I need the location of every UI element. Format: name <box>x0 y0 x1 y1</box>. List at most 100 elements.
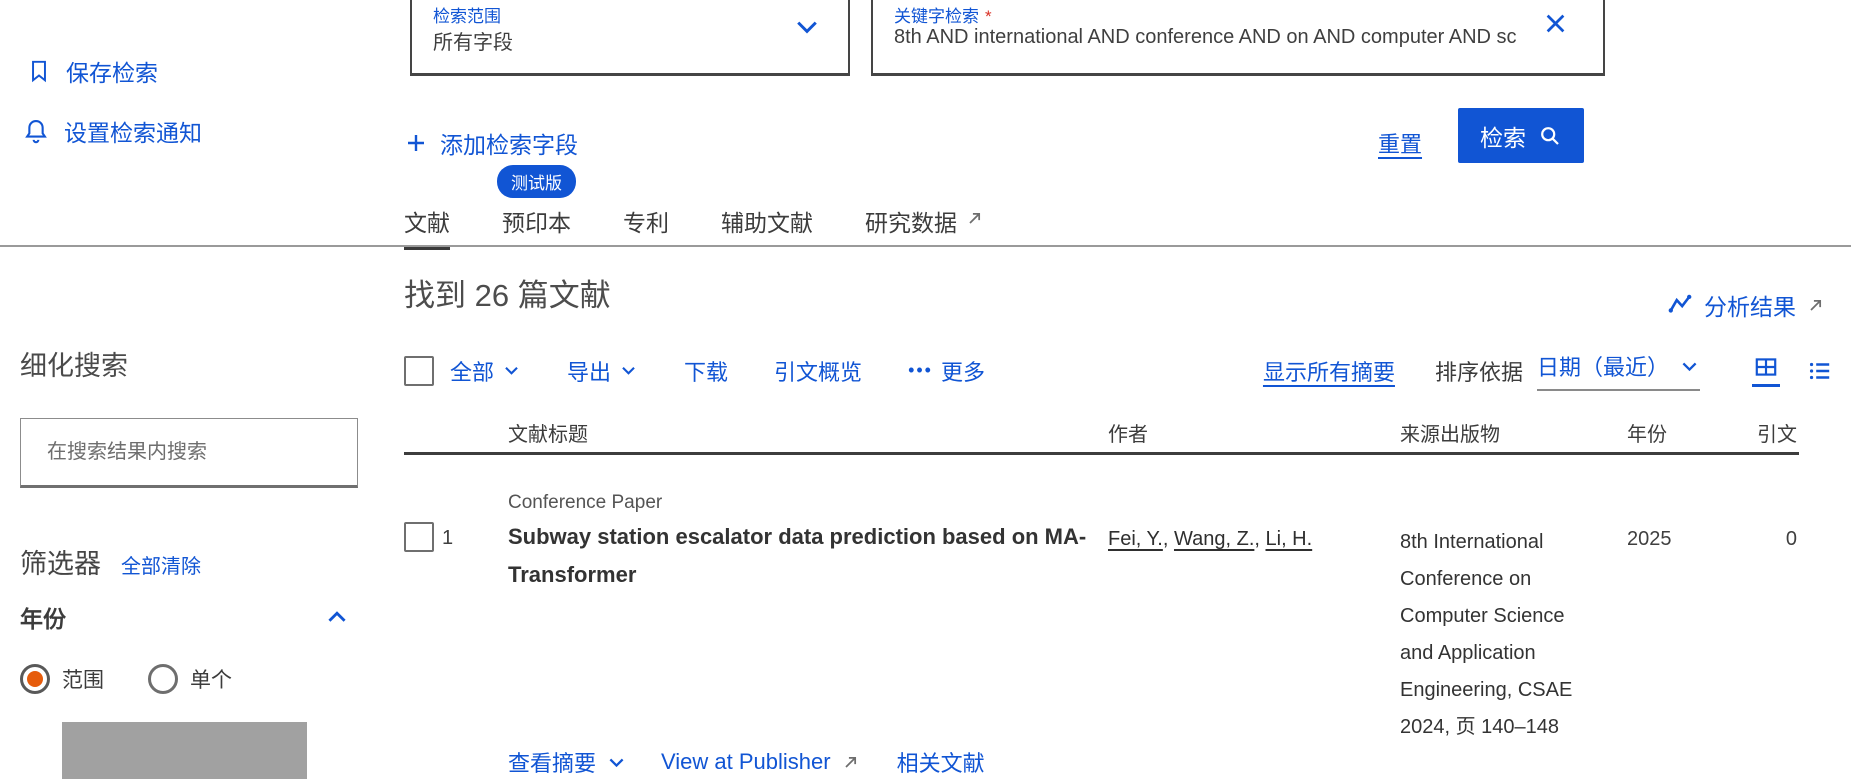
result-type-tabs: 文献 预印本 专利 辅助文献 研究数据 <box>404 204 985 250</box>
view-abstract-label: 查看摘要 <box>508 746 596 778</box>
search-scope-select[interactable]: 检索范围 所有字段 <box>410 0 850 76</box>
search-button-label: 检索 <box>1480 119 1526 153</box>
external-link-icon <box>965 208 985 228</box>
more-menu-button[interactable]: ••• 更多 <box>908 355 985 387</box>
clear-keyword-icon[interactable] <box>1542 10 1569 37</box>
year-histogram-bar <box>62 722 307 779</box>
tab-patents[interactable]: 专利 <box>623 204 669 250</box>
author-separator: , <box>1254 528 1265 550</box>
required-asterisk: * <box>985 7 992 26</box>
set-alert-link[interactable]: 设置检索通知 <box>22 114 202 148</box>
tab-patents-label: 专利 <box>623 204 669 238</box>
save-search-link[interactable]: 保存检索 <box>26 54 158 88</box>
row-actions: 查看摘要 View at Publisher 相关文献 <box>508 746 985 778</box>
sort-value-text: 日期（最近） <box>1537 350 1669 382</box>
citations-cell: 0 <box>1740 528 1797 551</box>
chevron-up-icon[interactable] <box>324 604 350 630</box>
show-all-abstracts-link[interactable]: 显示所有摘要 <box>1263 355 1395 387</box>
tab-preprints-label: 预印本 <box>502 204 571 238</box>
column-header-authors: 作者 <box>1108 418 1148 447</box>
select-all-label: 全部 <box>450 355 494 387</box>
source-cell[interactable]: 8th International Conference on Computer… <box>1400 524 1572 746</box>
related-documents-label: 相关文献 <box>897 746 985 778</box>
tab-secondary-documents[interactable]: 辅助文献 <box>721 204 813 250</box>
author-link[interactable]: Wang, Z. <box>1174 528 1254 550</box>
column-header-year: 年份 <box>1627 418 1667 447</box>
chevron-down-icon[interactable] <box>792 12 822 42</box>
range-radio-label: 范围 <box>62 664 104 694</box>
author-link[interactable]: Fei, Y. <box>1108 528 1163 550</box>
view-abstract-link[interactable]: 查看摘要 <box>508 746 627 778</box>
radio-selected-dot <box>27 671 43 687</box>
download-button[interactable]: 下载 <box>684 355 728 387</box>
citation-overview-button[interactable]: 引文概览 <box>774 355 862 387</box>
citation-overview-label: 引文概览 <box>774 355 862 387</box>
document-title-line1: Subway station escalator data prediction… <box>508 518 1086 556</box>
bookmark-icon <box>26 57 52 85</box>
external-link-icon <box>1806 295 1826 315</box>
author-link[interactable]: Li, H. <box>1266 528 1313 550</box>
section-divider <box>0 245 1851 247</box>
external-link-icon <box>841 752 861 772</box>
column-header-source: 来源出版物 <box>1400 418 1500 447</box>
keyword-label-text: 关键字检索 <box>894 7 979 26</box>
select-all-dropdown[interactable]: 全部 <box>450 355 521 387</box>
refine-search-title: 细化搜索 <box>20 344 128 383</box>
bell-icon <box>22 116 50 146</box>
search-within-results-input[interactable] <box>20 418 358 488</box>
scopus-search-results-page: 保存检索 设置检索通知 检索范围 所有字段 关键字检索* 8th AND int… <box>0 0 1851 779</box>
beta-badge: 测试版 <box>497 165 576 198</box>
more-label: 更多 <box>941 355 985 387</box>
column-header-citations: 引文 <box>1740 418 1797 447</box>
results-toolbar: 全部 导出 下载 引文概览 ••• 更多 显示所有摘要 排序依据 日期（最近） <box>404 350 1834 391</box>
single-radio-label: 单个 <box>190 664 232 694</box>
list-view-icon[interactable] <box>1806 358 1834 384</box>
reset-link[interactable]: 重置 <box>1378 127 1422 159</box>
related-documents-link[interactable]: 相关文献 <box>897 746 985 778</box>
chevron-down-icon <box>619 361 638 380</box>
filters-header: 筛选器 全部清除 <box>20 542 201 581</box>
analyze-results-link[interactable]: 分析结果 <box>1666 288 1826 322</box>
export-label: 导出 <box>567 355 611 387</box>
tab-documents[interactable]: 文献 <box>404 204 450 250</box>
single-radio[interactable] <box>148 664 178 694</box>
select-all-checkbox[interactable] <box>404 356 434 386</box>
keyword-search-field[interactable]: 关键字检索 * 8th AND international AND confere… <box>871 0 1605 76</box>
filters-title: 筛选器 <box>20 542 101 581</box>
view-at-publisher-link[interactable]: View at Publisher <box>661 749 861 775</box>
table-header-rule <box>404 452 1799 455</box>
row-index: 1 <box>442 527 453 550</box>
view-at-publisher-label: View at Publisher <box>661 749 831 775</box>
source-line: Computer Science <box>1400 598 1572 635</box>
source-line: 2024, 页 140–148 <box>1400 709 1572 746</box>
author-separator: , <box>1163 528 1174 550</box>
year-mode-radios: 范围 单个 <box>20 664 232 694</box>
source-line: 8th International <box>1400 524 1572 561</box>
search-button[interactable]: 检索 <box>1458 108 1584 163</box>
source-line: Engineering, CSAE <box>1400 672 1572 709</box>
tab-preprints[interactable]: 预印本 <box>502 204 571 250</box>
clear-all-filters-link[interactable]: 全部清除 <box>121 550 201 579</box>
chevron-down-icon <box>502 361 521 380</box>
source-line: and Application <box>1400 635 1572 672</box>
year-filter-header[interactable]: 年份 <box>20 600 350 634</box>
grid-view-icon[interactable] <box>1752 354 1780 387</box>
document-title-link[interactable]: Subway station escalator data prediction… <box>508 518 1086 594</box>
download-label: 下载 <box>684 355 728 387</box>
results-count: 找到 26 篇文献 <box>404 270 611 315</box>
year-cell: 2025 <box>1627 528 1672 551</box>
row-checkbox[interactable] <box>404 522 434 552</box>
keyword-search-value[interactable]: 8th AND international AND conference AND… <box>894 26 1554 49</box>
search-scope-label: 检索范围 <box>433 2 501 27</box>
tab-research-data[interactable]: 研究数据 <box>865 204 985 250</box>
range-radio[interactable] <box>20 664 50 694</box>
keyword-search-label: 关键字检索 * <box>894 2 992 27</box>
export-dropdown[interactable]: 导出 <box>567 355 638 387</box>
document-type-label: Conference Paper <box>508 492 662 514</box>
add-search-field-link[interactable]: 添加检索字段 <box>404 126 578 160</box>
sort-value-dropdown[interactable]: 日期（最近） <box>1537 350 1700 391</box>
document-title-line2: Transformer <box>508 556 1086 594</box>
column-header-title: 文献标题 <box>508 418 588 447</box>
search-scope-value: 所有字段 <box>433 26 513 55</box>
authors-cell: Fei, Y., Wang, Z., Li, H. <box>1108 528 1312 551</box>
